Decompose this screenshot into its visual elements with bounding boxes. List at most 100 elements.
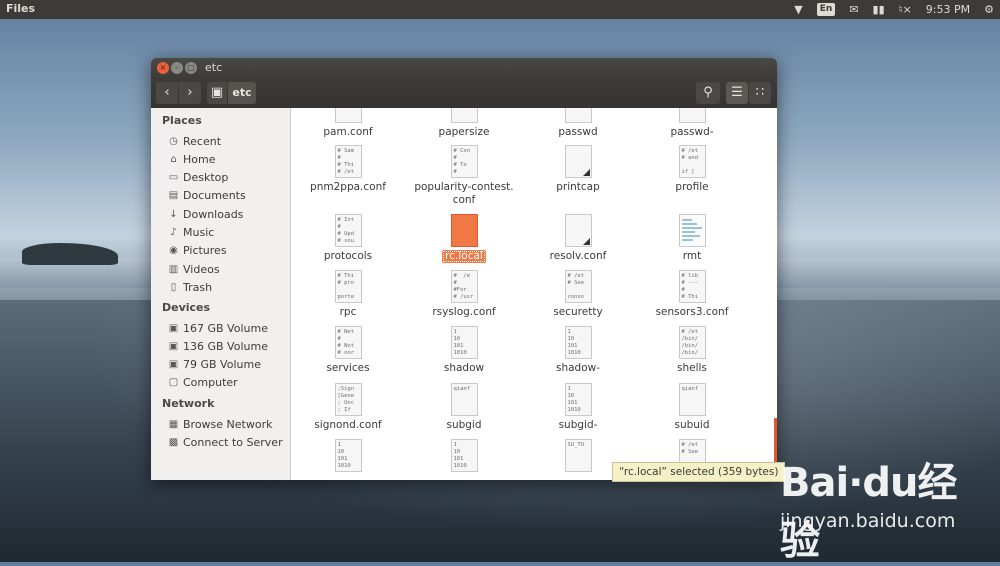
drive-icon: ▣ bbox=[168, 322, 179, 334]
sidebar-item-browse-network[interactable]: ▦ Browse Network bbox=[168, 416, 273, 432]
file-item[interactable]: # /e # #For # /usr rsyslog.conf bbox=[407, 270, 521, 319]
sidebar-item-recent[interactable]: ◷ Recent bbox=[168, 133, 221, 149]
minimize-icon[interactable]: – bbox=[171, 62, 183, 74]
file-preview-text: SU_TO bbox=[567, 442, 585, 448]
sidebar-item-pictures[interactable]: ◉ Pictures bbox=[168, 243, 226, 259]
clock-text[interactable]: 9:53 PM bbox=[926, 1, 970, 18]
sidebar-item-documents[interactable]: ▤ Documents bbox=[168, 188, 246, 204]
text-file-icon: # /et # See conso bbox=[564, 270, 592, 303]
file-item[interactable]: resolv.conf bbox=[521, 214, 635, 263]
file-item[interactable]: qianf subuid bbox=[635, 383, 749, 432]
text-file-icon: # /et # and if [ bbox=[678, 145, 706, 178]
sidebar-item-label: 167 GB Volume bbox=[183, 321, 268, 335]
sidebar-item-connect-to-server[interactable]: ▩ Connect to Server bbox=[168, 434, 283, 450]
mail-icon[interactable]: ✉ bbox=[849, 1, 858, 18]
file-preview-text: ;Sign [Gene ; Unc ; If bbox=[337, 386, 355, 413]
file-item[interactable]: 1 10 101 1010 subgid- bbox=[521, 383, 635, 432]
text-file-icon bbox=[678, 214, 706, 247]
sidebar-item-label: Downloads bbox=[183, 207, 244, 221]
battery-icon[interactable]: ▮▮ bbox=[873, 1, 885, 18]
file-item[interactable]: papersize bbox=[407, 108, 521, 139]
file-item[interactable]: # /et # See conso securetty bbox=[521, 270, 635, 319]
maximize-icon[interactable]: □ bbox=[185, 62, 197, 74]
sidebar-item-trash[interactable]: ▯ Trash bbox=[168, 279, 212, 295]
file-name: shells bbox=[677, 362, 707, 374]
sidebar-item-computer[interactable]: ▢ Computer bbox=[168, 375, 238, 391]
list-view-icon[interactable]: ☰ bbox=[726, 82, 748, 104]
file-name: popularity-contest. conf bbox=[414, 181, 514, 206]
file-item[interactable]: 1 10 101 1010 bbox=[291, 439, 405, 480]
text-file-icon: bin:x sys:x bbox=[564, 108, 592, 123]
file-name: pnm2ppa.conf bbox=[310, 181, 386, 193]
watermark-brand: Bai·du经验 bbox=[780, 460, 958, 564]
file-item[interactable]: rc.local bbox=[407, 214, 521, 263]
file-item[interactable]: # lib # --- # # Thi sensors3.conf bbox=[635, 270, 749, 319]
sidebar-item-136-gb-volume[interactable]: ▣ 136 GB Volume bbox=[168, 338, 268, 354]
sidebar-item-downloads[interactable]: ↓ Downloads bbox=[168, 206, 243, 222]
file-name: signond.conf bbox=[314, 419, 382, 431]
trash-icon: ▯ bbox=[170, 281, 177, 293]
gear-icon[interactable]: ⚙ bbox=[984, 1, 994, 18]
file-preview-text: 1 10 101 1010 bbox=[567, 329, 581, 356]
file-name: rmt bbox=[682, 250, 702, 262]
sidebar: Places ◷ Recent ⌂ Home ▭ Desktop ▤ Documents ↓ Do… bbox=[151, 108, 291, 480]
clock-icon: ◷ bbox=[169, 135, 178, 147]
sidebar-item-videos[interactable]: ▥ Videos bbox=[168, 261, 220, 277]
file-item[interactable]: bin:x sys:x passwd bbox=[521, 108, 635, 139]
file-preview-text: # /et # and if [ bbox=[681, 148, 699, 175]
file-item[interactable]: # --- # pam.conf bbox=[291, 108, 405, 139]
search-icon[interactable]: ⚲ bbox=[696, 82, 720, 104]
file-item[interactable]: # Con # # To # popularity-contest. conf bbox=[407, 145, 521, 207]
text-file-icon: # Int # # Upd # sou bbox=[334, 214, 362, 247]
file-item[interactable]: 1 10 101 1010 bbox=[407, 439, 521, 480]
close-icon[interactable]: × bbox=[157, 62, 169, 74]
window-titlebar[interactable]: × – □ etc bbox=[151, 58, 777, 79]
file-item[interactable]: 1 10 101 1010 shadow bbox=[407, 326, 521, 375]
text-file-icon: 1 10 101 1010 bbox=[450, 326, 478, 359]
text-file-icon: # Sam # # Thi # /et bbox=[334, 145, 362, 178]
back-button[interactable]: ‹ bbox=[156, 82, 178, 104]
text-file-icon: 1 10 101 1010 bbox=[564, 383, 592, 416]
sidebar-item-79-gb-volume[interactable]: ▣ 79 GB Volume bbox=[168, 357, 261, 373]
file-item[interactable]: # Net # # Not # nor services bbox=[291, 326, 405, 375]
file-item[interactable]: 1010 passwd- bbox=[635, 108, 749, 139]
file-item[interactable]: # Sam # # Thi # /et pnm2ppa.conf bbox=[291, 145, 405, 194]
volume-muted-icon[interactable]: ♮× bbox=[899, 1, 912, 18]
text-file-icon: qianf bbox=[450, 383, 478, 416]
file-item[interactable]: qianf subgid bbox=[407, 383, 521, 432]
sidebar-item-music[interactable]: ♪ Music bbox=[168, 225, 214, 241]
sidebar-item-167-gb-volume[interactable]: ▣ 167 GB Volume bbox=[168, 320, 268, 336]
file-item[interactable]: ;Sign [Gene ; Unc ; If signond.conf bbox=[291, 383, 405, 432]
selected-file-icon bbox=[450, 214, 478, 247]
network-header: Network bbox=[162, 397, 215, 410]
keyboard-layout-indicator[interactable]: En bbox=[816, 3, 836, 16]
sidebar-item-home[interactable]: ⌂ Home bbox=[168, 151, 215, 167]
file-item[interactable]: 1 10 101 1010 shadow- bbox=[521, 326, 635, 375]
file-item[interactable]: printcap bbox=[521, 145, 635, 194]
file-item[interactable]: # Thi # pro porte rpc bbox=[291, 270, 405, 319]
file-name: passwd bbox=[558, 126, 598, 138]
file-item[interactable]: # /et # and if [profile bbox=[635, 145, 749, 194]
top-panel: Files ▼ En ✉ ▮▮ ♮× 9:53 PM ⚙ bbox=[0, 0, 1000, 19]
watermark-url: jingyan.baidu.com bbox=[780, 510, 956, 532]
grid-view-icon[interactable]: ∷ bbox=[749, 82, 771, 104]
system-tray: ▼ En ✉ ▮▮ ♮× 9:53 PM ⚙ bbox=[794, 1, 994, 18]
sidebar-item-desktop[interactable]: ▭ Desktop bbox=[168, 170, 229, 186]
computer-icon: ▢ bbox=[168, 377, 179, 389]
forward-button[interactable]: › bbox=[179, 82, 201, 104]
symlink-file-icon bbox=[564, 214, 592, 247]
file-preview-text: 1 10 101 1010 bbox=[453, 442, 467, 469]
text-file-icon: # /e # #For # /usr bbox=[450, 270, 478, 303]
file-item[interactable]: rmt bbox=[635, 214, 749, 263]
sidebar-item-label: Music bbox=[183, 226, 215, 239]
file-item[interactable]: # Int # # Upd # sou protocols bbox=[291, 214, 405, 263]
network-icon: ▦ bbox=[168, 418, 179, 430]
sidebar-item-label: Home bbox=[183, 152, 216, 166]
sidebar-item-label: Browse Network bbox=[183, 417, 273, 431]
wifi-icon[interactable]: ▼ bbox=[794, 1, 802, 18]
file-name: rpc bbox=[339, 306, 357, 318]
file-item[interactable]: # /et /bin/ /bin/ /bin/shells bbox=[635, 326, 749, 375]
selection-status: “rc.local” selected (359 bytes) bbox=[612, 462, 786, 482]
path-crumb-etc[interactable]: etc bbox=[228, 82, 256, 104]
path-root-icon[interactable]: ▣ bbox=[207, 82, 227, 104]
